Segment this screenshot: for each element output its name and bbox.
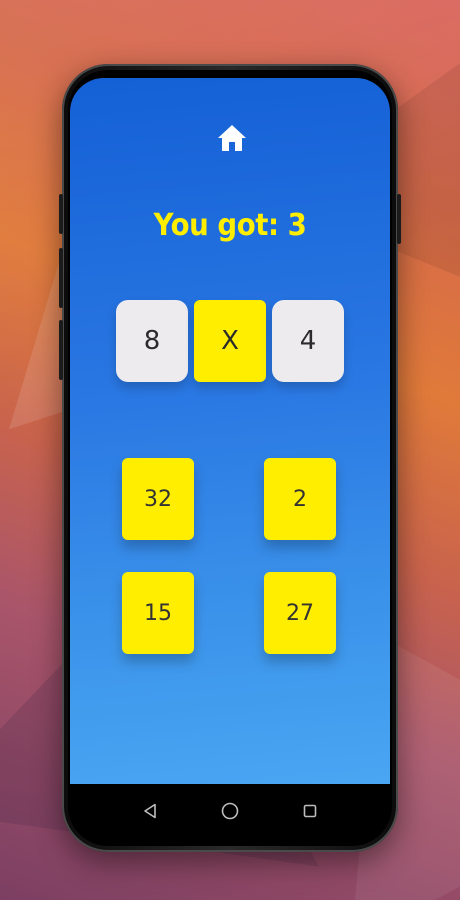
app-screen: You got: 3 8 X 4 32 2 15 27	[70, 78, 390, 784]
home-circle-icon	[221, 802, 239, 820]
answer-button[interactable]: 15	[122, 572, 194, 654]
answer-button[interactable]: 32	[122, 458, 194, 540]
volume-button	[59, 194, 63, 234]
android-nav-bar	[70, 784, 390, 838]
power-button	[59, 320, 63, 380]
left-operand-tile: 8	[116, 300, 188, 382]
side-button	[397, 194, 401, 244]
recents-button[interactable]	[300, 801, 320, 821]
operator-tile: X	[194, 300, 266, 382]
home-nav-button[interactable]	[220, 801, 240, 821]
score-text: You got: 3	[153, 208, 307, 243]
back-triangle-icon	[144, 803, 156, 819]
phone-bezel: You got: 3 8 X 4 32 2 15 27	[68, 70, 392, 846]
recents-square-icon	[303, 804, 317, 818]
volume-button	[59, 248, 63, 308]
answer-button[interactable]: 2	[264, 458, 336, 540]
phone-frame: You got: 3 8 X 4 32 2 15 27	[59, 64, 401, 852]
home-button[interactable]	[216, 122, 248, 154]
answer-button[interactable]: 27	[264, 572, 336, 654]
home-icon	[218, 125, 246, 151]
back-button[interactable]	[140, 801, 160, 821]
right-operand-tile: 4	[272, 300, 344, 382]
